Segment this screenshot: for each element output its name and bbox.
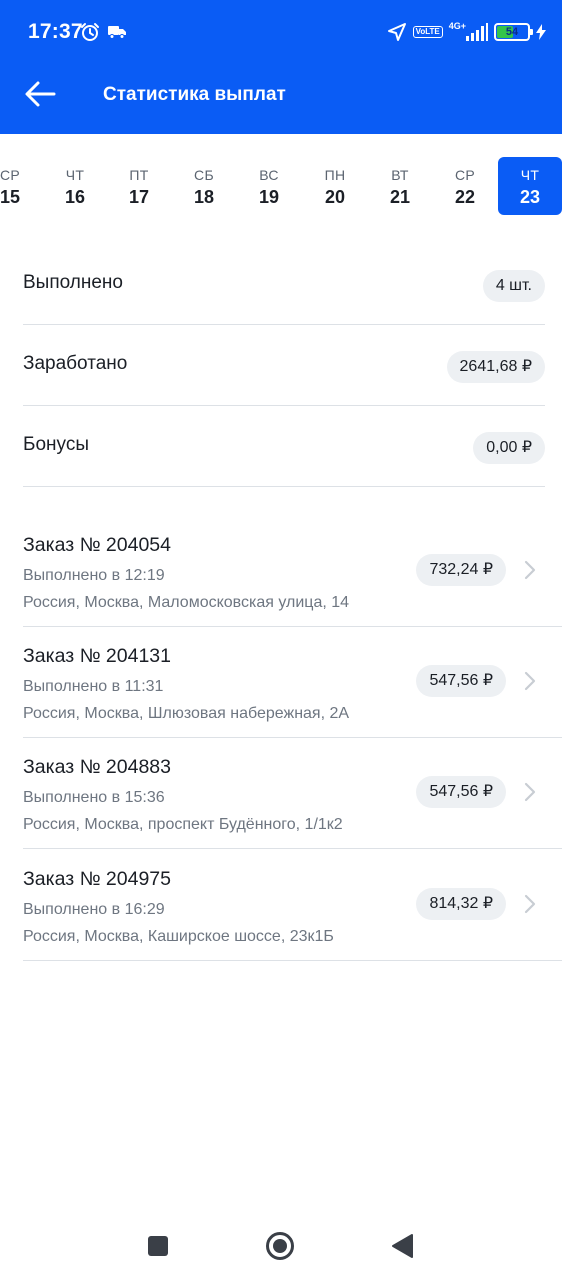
order-title: Заказ № 204975	[23, 868, 171, 890]
date-day: 21	[389, 187, 411, 207]
date-weekday: ПН	[324, 167, 346, 183]
date-weekday: СБ	[194, 167, 214, 183]
summary-bonuses-label: Бонусы	[23, 434, 89, 455]
page-title: Статистика выплат	[103, 84, 286, 105]
date-item[interactable]: ПТ 17	[110, 157, 168, 215]
date-weekday: ЧТ	[520, 167, 540, 183]
order-item[interactable]: Заказ № 204975 Выполнено в 16:29 Россия,…	[23, 850, 562, 961]
order-title: Заказ № 204883	[23, 756, 171, 778]
back-triangle-icon	[392, 1234, 413, 1258]
date-weekday: ВТ	[391, 167, 409, 183]
chevron-right-icon	[524, 671, 536, 691]
date-weekday: ПТ	[129, 167, 149, 183]
summary-earned-label: Заработано	[23, 353, 128, 374]
summary-earned-value: 2641,68 ₽	[446, 351, 545, 383]
date-item[interactable]: ВТ 21	[371, 157, 429, 215]
order-address: Россия, Москва, Каширское шоссе, 23к1Б	[23, 928, 334, 945]
recents-square-icon	[148, 1236, 168, 1256]
summary-completed-label: Выполнено	[23, 272, 123, 293]
date-item[interactable]: СБ 18	[175, 157, 233, 215]
battery-icon: 54	[494, 23, 533, 41]
order-completed-time: Выполнено в 16:29	[23, 901, 165, 918]
system-back-button[interactable]	[386, 1230, 418, 1262]
network-type: 4G+	[448, 21, 466, 31]
date-day: 17	[128, 187, 150, 207]
date-day: 22	[454, 187, 476, 207]
date-weekday: ЧТ	[65, 167, 85, 183]
battery-percent: 54	[505, 26, 519, 38]
order-item[interactable]: Заказ № 204883 Выполнено в 15:36 Россия,…	[23, 738, 562, 849]
home-circle-icon	[266, 1232, 294, 1260]
chevron-right-icon	[524, 560, 536, 580]
summary-completed-value: 4 шт.	[482, 270, 545, 302]
chevron-right-icon	[524, 782, 536, 802]
date-day: 23	[519, 187, 541, 207]
status-right-icons: VoLTE 4G+ 54	[387, 21, 546, 42]
recents-button[interactable]	[142, 1230, 174, 1262]
date-item[interactable]: ЧТ 16	[46, 157, 104, 215]
order-address: Россия, Москва, Маломосковская улица, 14	[23, 594, 350, 611]
order-item[interactable]: Заказ № 204131 Выполнено в 11:31 Россия,…	[23, 627, 562, 738]
chevron-right-icon	[524, 894, 536, 914]
arrow-left-icon	[25, 81, 56, 107]
date-item[interactable]: СР 22	[436, 157, 494, 215]
status-time: 17:37	[28, 20, 83, 43]
back-button[interactable]	[18, 76, 62, 112]
order-amount: 732,24 ₽	[416, 554, 506, 586]
truck-icon	[108, 25, 126, 39]
volte-icon: VoLTE	[412, 26, 443, 38]
date-item-selected[interactable]: ЧТ 23	[498, 157, 562, 215]
home-button[interactable]	[264, 1230, 296, 1262]
date-selector: СР 15 ЧТ 16 ПТ 17 СБ 18 ВС 19 ПН 20 ВТ 21 СР 22 …	[0, 157, 562, 215]
order-amount: 547,56 ₽	[416, 776, 506, 808]
date-day: 19	[258, 187, 280, 207]
date-weekday: СР	[0, 167, 21, 183]
order-amount: 547,56 ₽	[416, 665, 506, 697]
order-title: Заказ № 204054	[23, 534, 171, 556]
alarm-icon	[80, 22, 100, 42]
summary-bonuses-value: 0,00 ₽	[473, 432, 545, 464]
date-item[interactable]: СР 15	[0, 157, 39, 215]
date-day: 16	[64, 187, 86, 207]
order-completed-time: Выполнено в 12:19	[23, 567, 165, 584]
date-day: 15	[0, 187, 21, 207]
order-item[interactable]: Заказ № 204054 Выполнено в 12:19 Россия,…	[23, 516, 562, 627]
date-day: 20	[324, 187, 346, 207]
date-weekday: ВС	[259, 167, 279, 183]
summary-bonuses: Бонусы 0,00 ₽	[23, 406, 545, 487]
app-bar: Статистика выплат	[0, 54, 562, 134]
order-address: Россия, Москва, проспект Будённого, 1/1к…	[23, 816, 343, 833]
date-item[interactable]: ВС 19	[240, 157, 298, 215]
summary-completed: Выполнено 4 шт.	[23, 244, 545, 325]
system-nav-bar	[0, 1212, 562, 1280]
status-left-icons	[80, 22, 126, 42]
order-title: Заказ № 204131	[23, 645, 171, 667]
location-arrow-icon	[387, 22, 407, 42]
signal-icon: 4G+	[448, 21, 488, 41]
order-amount: 814,32 ₽	[416, 888, 506, 920]
order-completed-time: Выполнено в 11:31	[23, 678, 164, 695]
date-item[interactable]: ПН 20	[306, 157, 364, 215]
date-weekday: СР	[454, 167, 476, 183]
charging-icon	[536, 24, 546, 40]
order-address: Россия, Москва, Шлюзовая набережная, 2А	[23, 705, 350, 722]
date-day: 18	[193, 187, 215, 207]
status-bar: 17:37 VoLTE 4G+ 54	[0, 0, 562, 54]
summary-earned: Заработано 2641,68 ₽	[23, 325, 545, 406]
order-completed-time: Выполнено в 15:36	[23, 789, 165, 806]
